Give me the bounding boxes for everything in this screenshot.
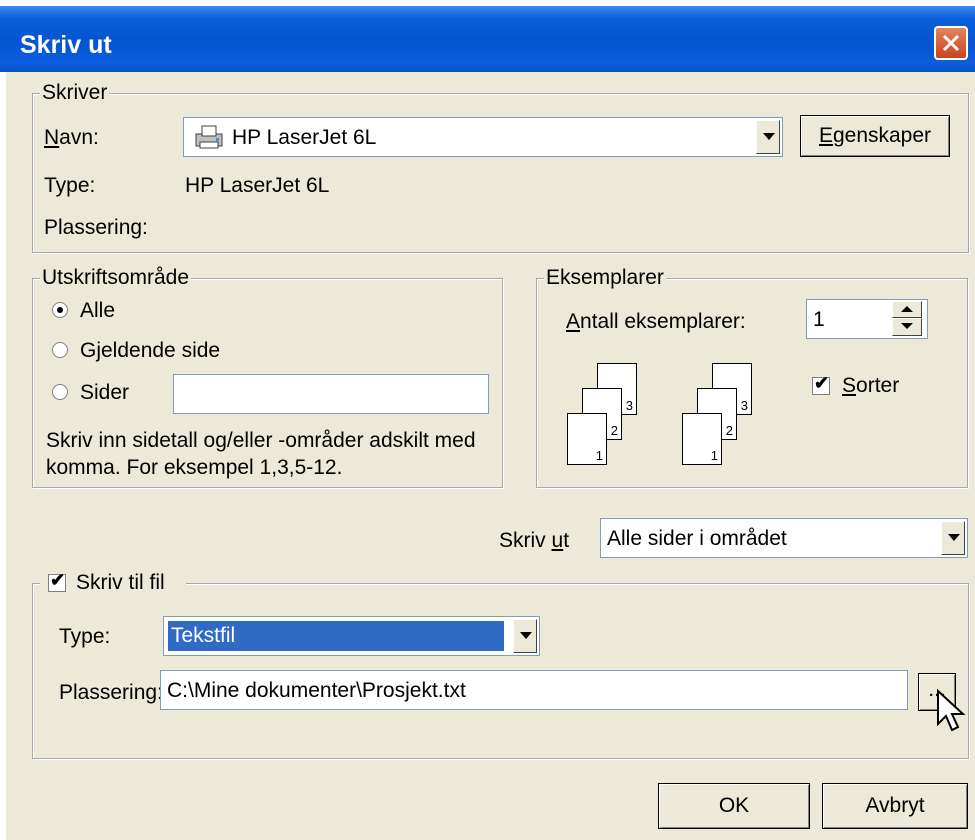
cancel-button[interactable]: Avbryt [822,783,968,829]
print-to-file-checkbox[interactable]: ✔ [48,570,66,592]
range-hint-line2: komma. For eksempel 1,3,5-12. [46,456,343,479]
collate-label[interactable]: Sorter [842,374,899,398]
ok-button-label: OK [718,794,750,817]
mouse-cursor-icon [937,688,966,732]
title-bar: Skriv ut [0,6,975,72]
printer-type-label: Type: [44,174,96,197]
checkmark-icon: ✔ [814,373,830,393]
printer-location-label: Plassering: [44,216,148,239]
collate-illustration-2: 3 2 1 [680,360,770,470]
window-title: Skriv ut [20,31,112,59]
page-1-icon: 1 [682,413,722,465]
close-icon [942,34,960,52]
range-current-label[interactable]: Gjeldende side [80,339,220,363]
range-pages-label[interactable]: Sider [80,381,129,405]
print-what-label: Skriv ut [499,529,570,552]
chevron-down-icon[interactable] [513,619,537,653]
chevron-down-icon[interactable] [756,120,780,154]
copies-count-label: Antall eksemplarer: [566,310,746,333]
file-type-label: Type: [59,625,111,648]
print-what-value: Alle sider i området [607,527,787,550]
range-all-radio[interactable] [52,302,68,318]
printer-name-label: Navn: [44,126,99,149]
copies-spin-down[interactable] [892,318,922,336]
collate-illustration-1: 3 2 1 [565,360,655,470]
ok-button[interactable]: OK [658,783,810,829]
copies-spin-up[interactable] [892,301,922,318]
range-hint-line1: Skriv inn sidetall og/eller -områder ads… [46,429,476,452]
copies-count-value: 1 [813,308,825,331]
range-pages-input[interactable] [173,374,489,414]
print-range-group-label: Utskriftsområde [40,266,192,290]
file-location-label: Plassering: [59,681,163,704]
copies-group-label: Eksemplarer [544,266,666,290]
properties-button-label: Egenskaper [818,124,932,147]
print-to-file-label[interactable]: Skriv til fil [76,571,165,595]
printer-type-value: HP LaserJet 6L [185,174,330,197]
file-type-value: Tekstfil [168,621,504,651]
printer-name-value: HP LaserJet 6L [232,126,377,149]
cancel-button-label: Avbryt [865,794,925,817]
printer-group-label: Skriver [40,81,110,105]
range-pages-radio[interactable] [52,384,68,400]
collate-checkbox[interactable]: ✔ [812,373,830,395]
properties-button[interactable]: Egenskaper [800,115,950,157]
file-location-value: C:\Mine dokumenter\Prosjekt.txt [167,679,466,702]
close-button[interactable] [934,26,968,60]
range-all-label[interactable]: Alle [80,299,115,323]
file-type-select[interactable]: Tekstfil [163,616,540,656]
range-current-radio[interactable] [52,342,68,358]
file-location-input[interactable]: C:\Mine dokumenter\Prosjekt.txt [160,670,908,710]
checkmark-icon: ✔ [50,570,66,590]
printer-icon [195,125,223,149]
printer-name-select[interactable]: HP LaserJet 6L [183,117,783,157]
chevron-down-icon[interactable] [941,521,965,555]
page-1-icon: 1 [567,413,607,465]
print-what-select[interactable]: Alle sider i området [600,518,968,558]
